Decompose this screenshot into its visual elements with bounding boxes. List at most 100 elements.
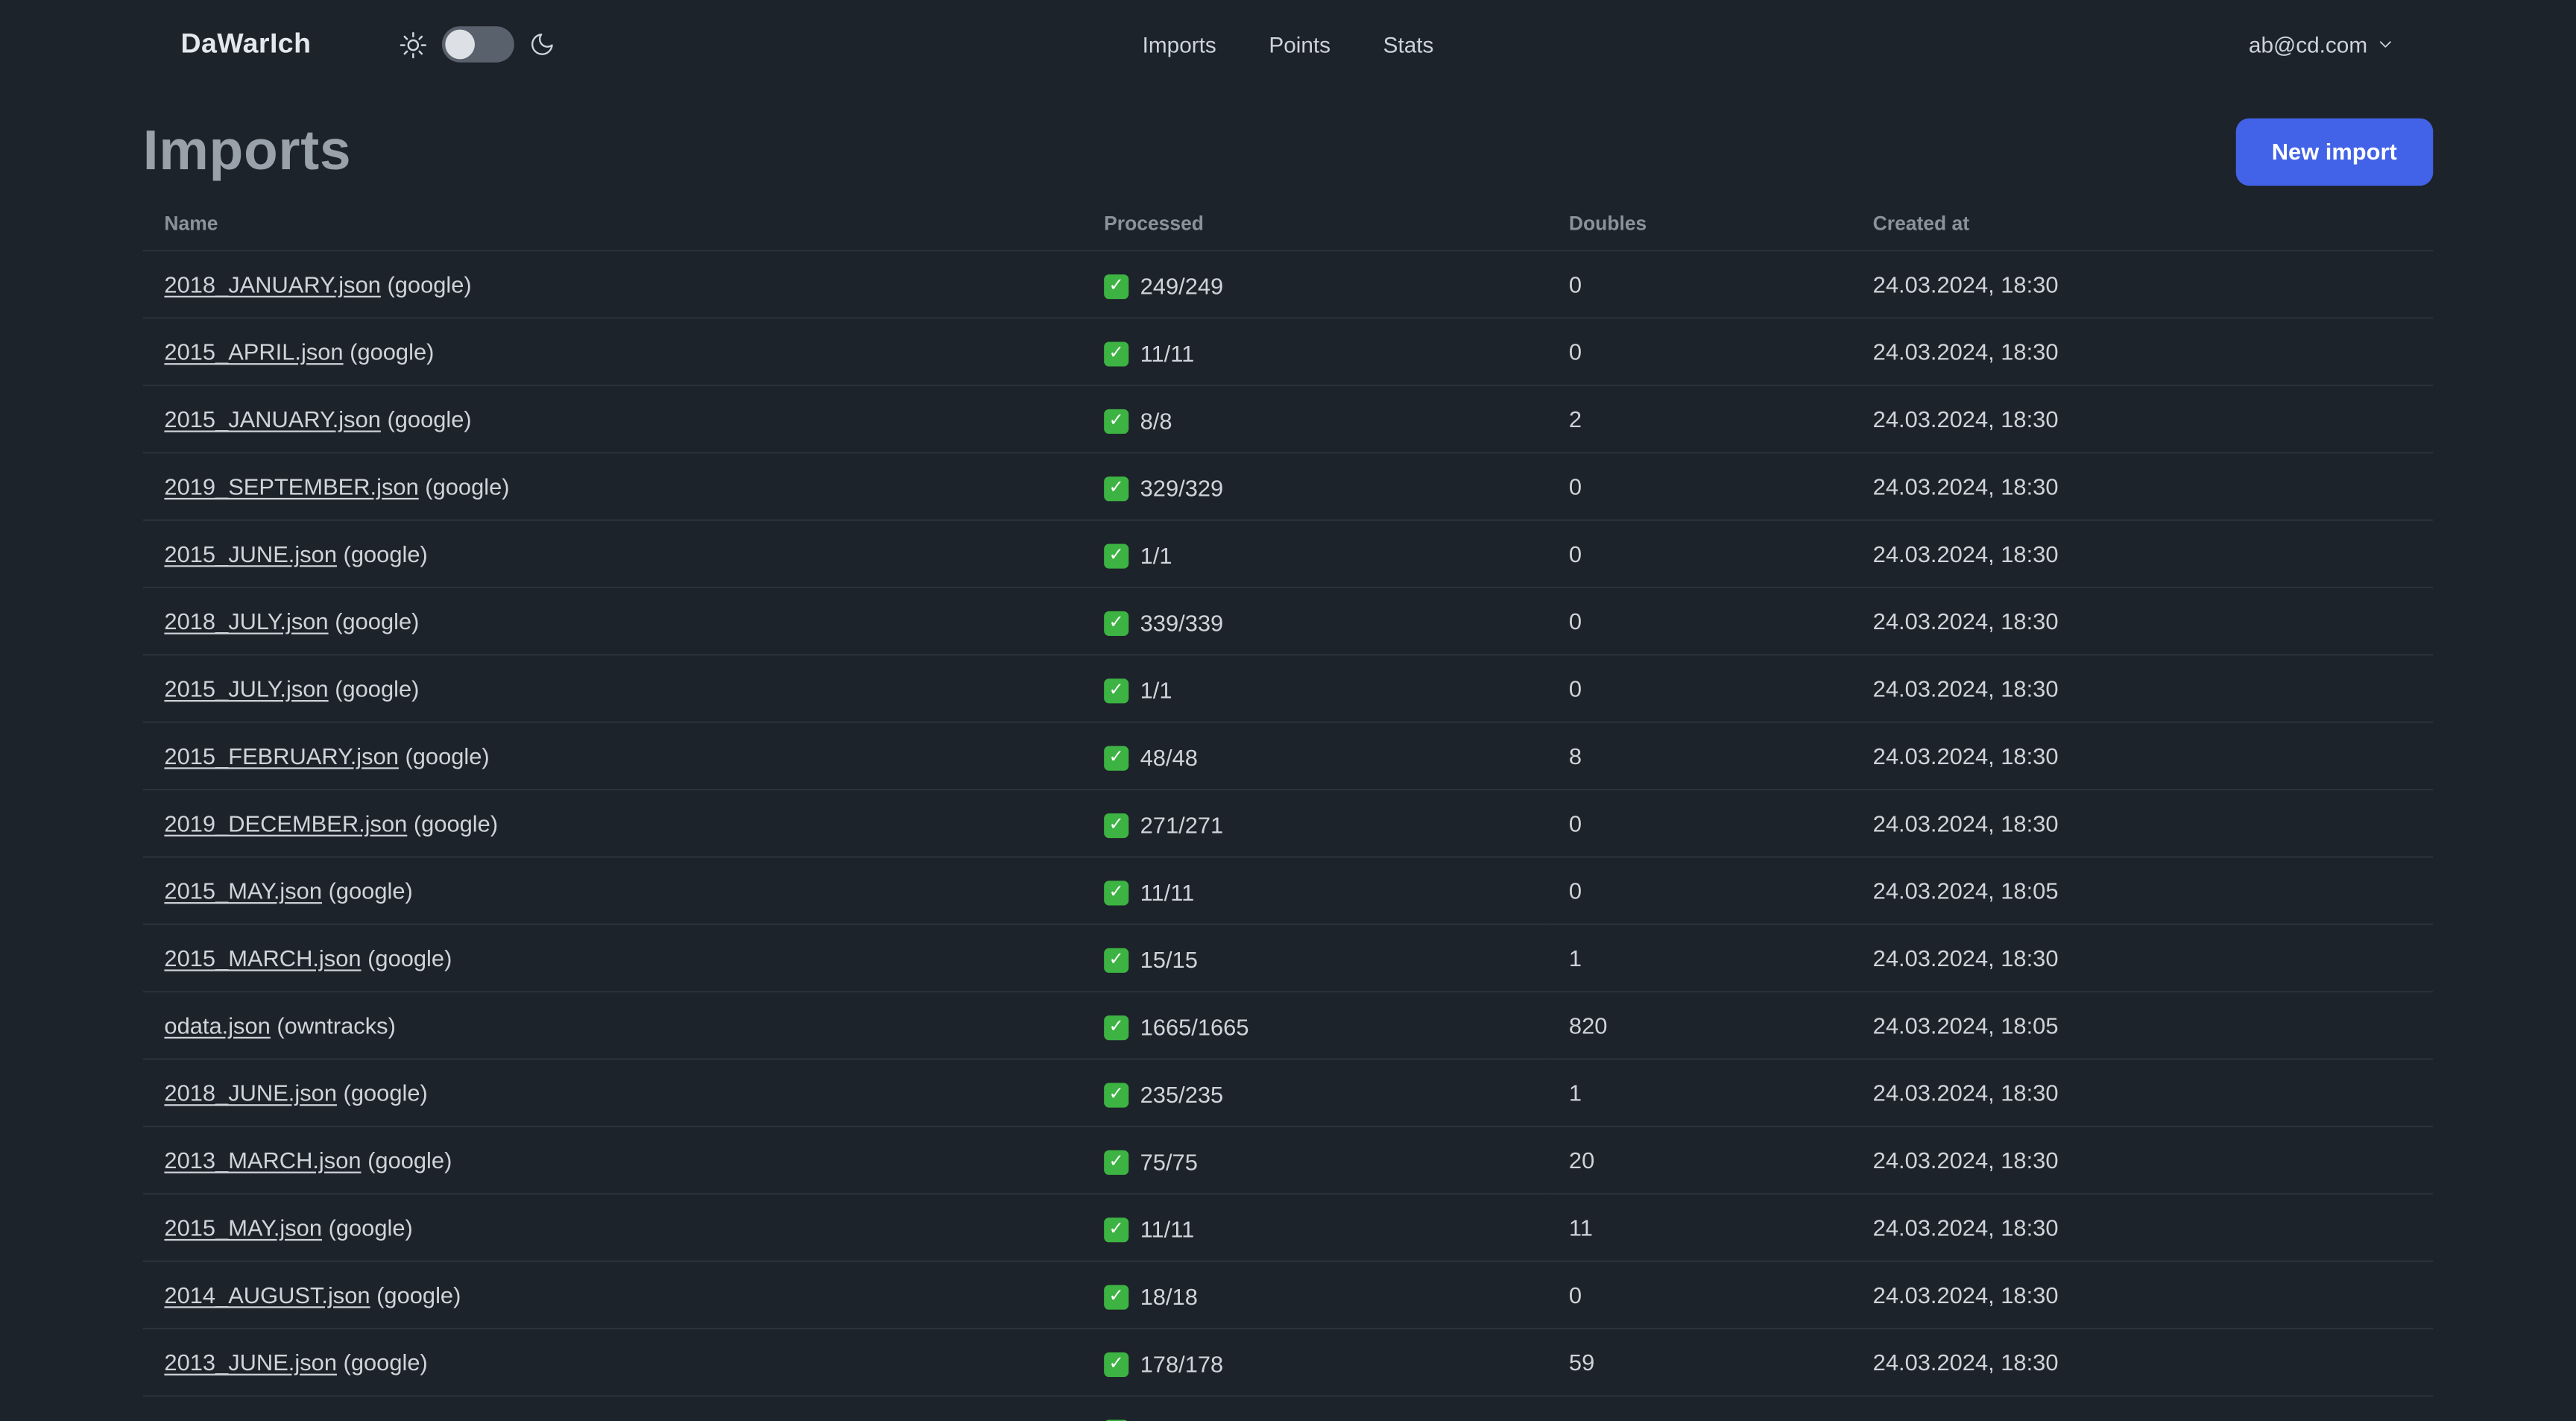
processed-count: 11/11 — [1140, 1216, 1195, 1243]
check-icon: ✓ — [1104, 678, 1129, 703]
theme-toggle-knob — [446, 29, 476, 60]
cell-doubles: 2 — [1547, 385, 1852, 454]
import-file-link[interactable]: 2014_AUGUST.json — [164, 1282, 370, 1308]
created-at-value: 24.03.2024, 18:30 — [1872, 675, 2059, 702]
cell-processed: ✓ 48/48 — [1082, 722, 1548, 791]
import-file-link[interactable]: 2019_SEPTEMBER.json — [164, 473, 418, 500]
cell-name: 2015_JUNE.json (google) — [142, 520, 1083, 589]
cell-name: 2015_MAY.json (google) — [142, 1194, 1083, 1262]
check-icon: ✓ — [1104, 813, 1129, 838]
main-content: Imports New import Name Processed Double… — [0, 115, 2576, 1421]
created-at-value: 24.03.2024, 18:05 — [1872, 877, 2059, 904]
cell-created-at: 24.03.2024, 18:30 — [1852, 790, 2434, 858]
created-at-value: 24.03.2024, 18:30 — [1872, 810, 2059, 836]
nav-item-points[interactable]: Points — [1269, 32, 1330, 57]
created-at-value: 24.03.2024, 18:30 — [1872, 1282, 2059, 1308]
processed-count: 18/18 — [1140, 1283, 1198, 1311]
cell-created-at: 24.03.2024, 18:30 — [1852, 251, 2434, 319]
cell-created-at: 24.03.2024, 18:30 — [1852, 722, 2434, 791]
cell-doubles — [1547, 1396, 1852, 1421]
cell-created-at: 24.03.2024, 18:30 — [1852, 453, 2434, 521]
import-source-label: (google) — [350, 338, 435, 365]
processed-count: 15/15 — [1140, 947, 1198, 974]
cell-created-at: 24.03.2024, 18:30 — [1852, 1329, 2434, 1397]
import-file-link[interactable]: 2015_JANUARY.json — [164, 406, 380, 432]
import-source-label: (google) — [343, 1349, 428, 1376]
check-icon: ✓ — [1104, 341, 1129, 366]
cell-name: 2018_JANUARY.json (google) — [142, 251, 1083, 319]
processed-count: 8/8 — [1140, 408, 1172, 435]
table-row: ✓ — [142, 1396, 2434, 1421]
table-row: 2015_APRIL.json (google) ✓ 11/11 0 24.03… — [142, 318, 2434, 386]
import-file-link[interactable]: 2015_APRIL.json — [164, 338, 343, 365]
import-file-link[interactable]: 2015_MARCH.json — [164, 945, 361, 971]
table-row: 2019_SEPTEMBER.json (google) ✓ 329/329 0… — [142, 453, 2434, 521]
import-file-link[interactable]: 2018_JUNE.json — [164, 1080, 337, 1106]
brand[interactable]: DaWarIch — [180, 28, 311, 60]
nav-item-imports[interactable]: Imports — [1143, 32, 1216, 57]
processed-count: 1/1 — [1140, 677, 1172, 704]
processed-count: 11/11 — [1140, 879, 1195, 907]
import-source-label: (google) — [405, 743, 490, 769]
cell-doubles: 0 — [1547, 251, 1852, 319]
import-file-link[interactable]: 2018_JANUARY.json — [164, 271, 380, 297]
import-file-link[interactable]: 2015_MAY.json — [164, 878, 322, 904]
import-file-link[interactable]: 2013_MARCH.json — [164, 1147, 361, 1173]
moon-icon — [530, 31, 556, 57]
cell-processed: ✓ 18/18 — [1082, 1261, 1548, 1330]
cell-created-at: 24.03.2024, 18:30 — [1852, 587, 2434, 656]
cell-created-at: 24.03.2024, 18:30 — [1852, 1261, 2434, 1330]
cell-doubles: 0 — [1547, 857, 1852, 925]
theme-toggle[interactable] — [442, 26, 515, 63]
column-header-created-at: Created at — [1852, 197, 2434, 252]
processed-count: 1/1 — [1140, 542, 1172, 570]
table-row: 2015_JUNE.json (google) ✓ 1/1 0 24.03.20… — [142, 520, 2434, 589]
new-import-button[interactable]: New import — [2235, 117, 2434, 185]
cell-name: 2015_JANUARY.json (google) — [142, 385, 1083, 454]
cell-doubles: 0 — [1547, 790, 1852, 858]
import-file-link[interactable]: 2018_JULY.json — [164, 608, 328, 634]
doubles-count: 0 — [1568, 1282, 1582, 1308]
import-file-link[interactable]: 2013_JUNE.json — [164, 1349, 337, 1376]
cell-processed: ✓ 1/1 — [1082, 520, 1548, 589]
table-row: 2015_MARCH.json (google) ✓ 15/15 1 24.03… — [142, 924, 2434, 993]
cell-name: 2013_MARCH.json (google) — [142, 1126, 1083, 1195]
created-at-value: 24.03.2024, 18:30 — [1872, 541, 2059, 567]
created-at-value: 24.03.2024, 18:30 — [1872, 608, 2059, 634]
created-at-value: 24.03.2024, 18:30 — [1872, 1080, 2059, 1106]
cell-created-at: 24.03.2024, 18:30 — [1852, 1194, 2434, 1262]
import-file-link[interactable]: 2015_MAY.json — [164, 1214, 322, 1241]
check-icon: ✓ — [1104, 1352, 1129, 1377]
cell-doubles: 0 — [1547, 1261, 1852, 1330]
cell-name: 2018_JULY.json (google) — [142, 587, 1083, 656]
created-at-value: 24.03.2024, 18:30 — [1872, 271, 2059, 297]
table-row: 2015_FEBRUARY.json (google) ✓ 48/48 8 24… — [142, 722, 2434, 791]
cell-name: 2015_APRIL.json (google) — [142, 318, 1083, 386]
chevron-down-icon — [2375, 34, 2395, 54]
cell-created-at: 24.03.2024, 18:30 — [1852, 924, 2434, 993]
cell-doubles: 20 — [1547, 1126, 1852, 1195]
cell-created-at: 24.03.2024, 18:30 — [1852, 655, 2434, 723]
import-source-label: (owntracks) — [277, 1012, 396, 1039]
import-file-link[interactable]: 2015_FEBRUARY.json — [164, 743, 398, 769]
cell-name: 2015_MAY.json (google) — [142, 857, 1083, 925]
table-row: 2014_AUGUST.json (google) ✓ 18/18 0 24.0… — [142, 1261, 2434, 1330]
created-at-value: 24.03.2024, 18:30 — [1872, 1349, 2059, 1376]
import-file-link[interactable]: 2019_DECEMBER.json — [164, 810, 407, 836]
cell-created-at: 24.03.2024, 18:30 — [1852, 1126, 2434, 1195]
cell-processed: ✓ — [1082, 1396, 1548, 1421]
nav-item-stats[interactable]: Stats — [1383, 32, 1434, 57]
cell-name: 2015_MARCH.json (google) — [142, 924, 1083, 993]
import-file-link[interactable]: 2015_JULY.json — [164, 675, 328, 702]
cell-doubles: 8 — [1547, 722, 1852, 791]
cell-name: 2013_JUNE.json (google) — [142, 1329, 1083, 1397]
created-at-value: 24.03.2024, 18:30 — [1872, 338, 2059, 365]
import-source-label: (google) — [387, 271, 472, 297]
table-row: 2015_MAY.json (google) ✓ 11/11 0 24.03.2… — [142, 857, 2434, 925]
import-source-label: (google) — [343, 1080, 428, 1106]
cell-created-at — [1852, 1396, 2434, 1421]
user-menu[interactable]: ab@cd.com — [2249, 32, 2396, 57]
import-file-link[interactable]: 2015_JUNE.json — [164, 541, 337, 567]
created-at-value: 24.03.2024, 18:05 — [1872, 1012, 2059, 1039]
import-file-link[interactable]: odata.json — [164, 1012, 270, 1039]
